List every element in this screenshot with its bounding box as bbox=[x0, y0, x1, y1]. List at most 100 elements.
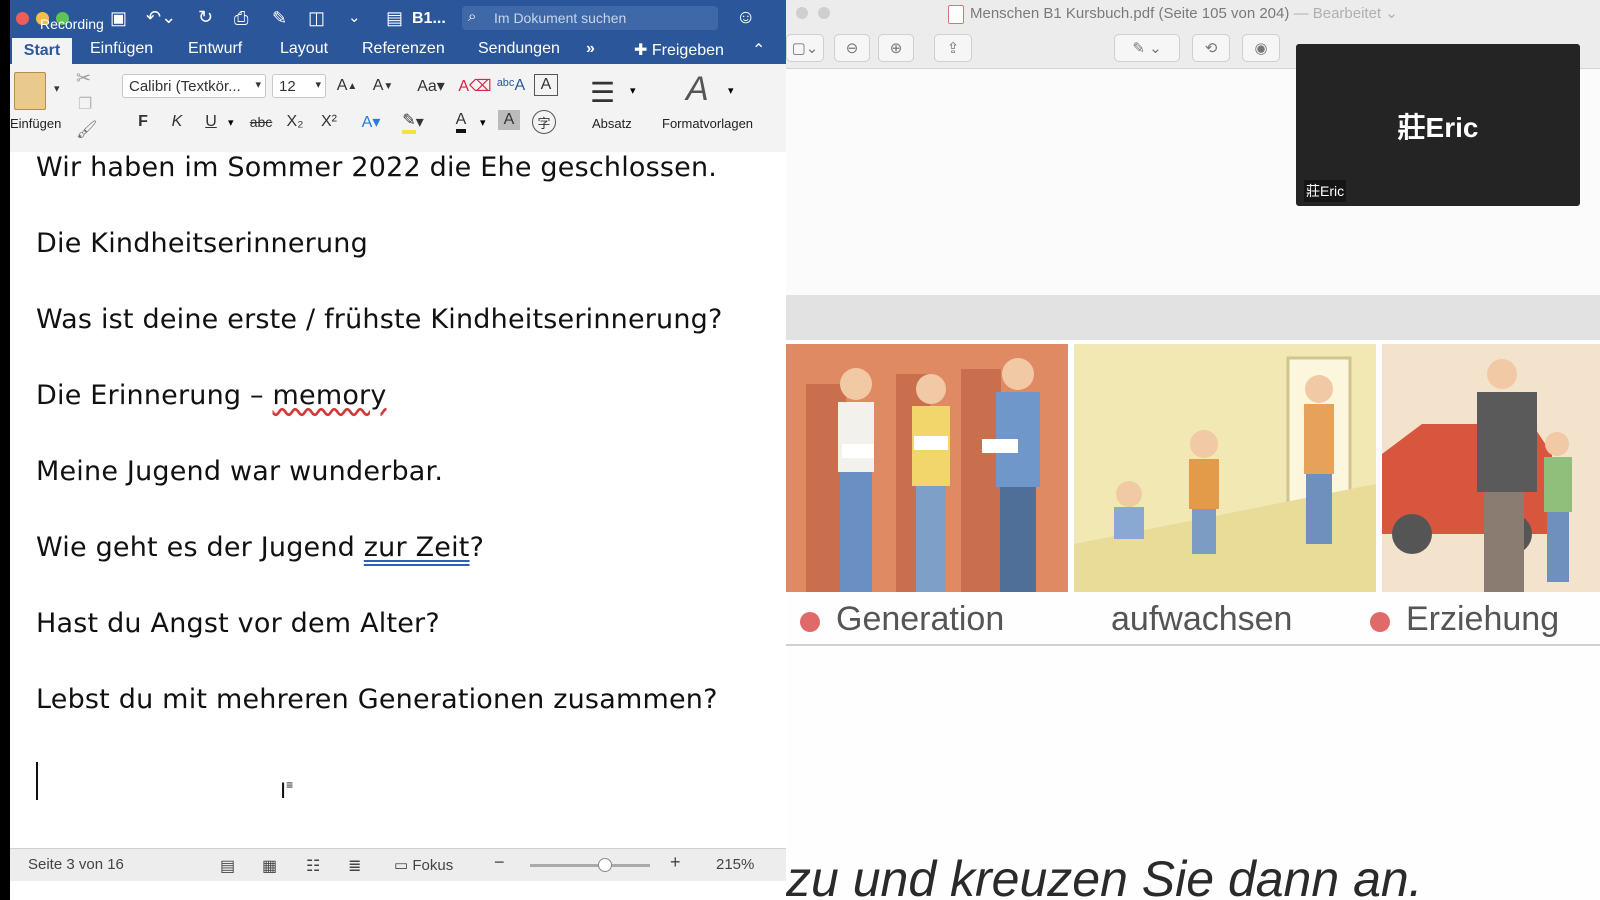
styles-icon[interactable]: A bbox=[686, 70, 709, 109]
undo-icon[interactable]: ↶⌄ bbox=[146, 7, 176, 28]
zoom-level[interactable]: 215% bbox=[716, 856, 754, 873]
tab-start[interactable]: Start bbox=[12, 38, 72, 64]
redo-icon[interactable]: ↻ bbox=[198, 7, 213, 28]
aufwachsen-illustration-svg bbox=[1074, 344, 1376, 592]
underline-button[interactable]: U bbox=[198, 110, 224, 134]
share-button[interactable]: ✚ Freigeben bbox=[634, 40, 724, 60]
web-layout-view-icon[interactable]: ▦ bbox=[262, 856, 277, 876]
tab-sendungen[interactable]: Sendungen bbox=[478, 40, 560, 58]
styles-dropdown-icon[interactable]: ▾ bbox=[728, 84, 734, 97]
rotate-button[interactable]: ⟲ bbox=[1192, 34, 1230, 62]
window-button[interactable] bbox=[796, 7, 808, 19]
tab-layout[interactable]: Layout bbox=[280, 40, 328, 58]
paste-clipboard-icon[interactable] bbox=[14, 72, 46, 110]
change-case-icon[interactable]: Aa▾ bbox=[414, 74, 448, 98]
zoom-out-button[interactable]: ⊖ bbox=[834, 34, 870, 62]
bold-button[interactable]: F bbox=[130, 110, 156, 134]
tab-referenzen[interactable]: Referenzen bbox=[362, 40, 445, 58]
divider bbox=[786, 644, 1600, 646]
format-painter-icon[interactable]: 🖌 bbox=[76, 120, 98, 140]
font-name-select[interactable]: Calibri (Textkör... ▾ bbox=[122, 74, 266, 98]
share-label: Freigeben bbox=[651, 42, 724, 59]
zoom-slider[interactable] bbox=[530, 864, 650, 867]
outline-view-icon[interactable]: ☷ bbox=[306, 856, 320, 876]
font-size-select[interactable]: 12 ▾ bbox=[272, 74, 326, 98]
paragraph[interactable]: Hast du Angst vor dem Alter? bbox=[36, 608, 440, 639]
paragraph[interactable]: Wir haben im Sommer 2022 die Ehe geschlo… bbox=[36, 152, 717, 183]
paragraph[interactable]: Meine Jugend war wunderbar. bbox=[36, 456, 443, 487]
paste-dropdown-icon[interactable]: ▾ bbox=[54, 82, 60, 95]
paragraph[interactable]: Die Erinnerung – memory bbox=[36, 380, 387, 411]
page-count[interactable]: Seite 3 von 16 bbox=[28, 856, 124, 873]
grow-font-icon[interactable]: A ▲ bbox=[334, 74, 360, 98]
text-effects-icon[interactable]: A▾ bbox=[358, 110, 384, 134]
character-border-icon[interactable]: A bbox=[534, 74, 558, 96]
tab-einfuegen[interactable]: Einfügen bbox=[90, 40, 153, 58]
zoom-slider-handle[interactable] bbox=[598, 858, 612, 872]
document-body[interactable] bbox=[10, 152, 786, 870]
phonetic-guide-icon[interactable]: ᵃᵇᶜA bbox=[497, 74, 525, 98]
share-button[interactable]: ⇪ bbox=[934, 34, 972, 62]
paste-label[interactable]: Einfügen bbox=[10, 116, 61, 131]
print-icon[interactable]: ⎙ bbox=[234, 8, 248, 29]
generation-illustration-svg bbox=[786, 344, 1068, 592]
grammar-flagged-phrase[interactable]: zur Zeit bbox=[364, 532, 470, 563]
paragraph-dropdown-icon[interactable]: ▾ bbox=[630, 84, 636, 97]
chevron-down-icon[interactable]: ⌄ bbox=[1385, 5, 1398, 22]
subscript-button[interactable]: X₂ bbox=[282, 110, 308, 134]
paragraph-icon[interactable]: ☰ bbox=[590, 76, 615, 109]
save-icon[interactable]: ▣ bbox=[110, 8, 127, 29]
paragraph[interactable]: Die Kindheitserinnerung bbox=[36, 228, 368, 259]
recording-indicator: Recording bbox=[40, 16, 104, 32]
word-window: Recording ▣ ↶⌄ ↻ ⎙ ✎ ◫ ⌄ ▤ B1... ⌕ Im Do… bbox=[10, 0, 786, 900]
highlight-icon[interactable]: ✎ ▾ bbox=[400, 110, 426, 134]
draft-view-icon[interactable]: ≣ bbox=[348, 856, 361, 876]
markup-toolbar-button[interactable]: ◉ bbox=[1242, 34, 1280, 62]
more-tabs-icon[interactable]: » bbox=[586, 40, 595, 58]
close-button[interactable] bbox=[16, 12, 29, 25]
italic-button[interactable]: K bbox=[164, 110, 190, 134]
search-box[interactable]: ⌕ Im Dokument suchen bbox=[462, 6, 718, 30]
cut-icon[interactable]: ✂ bbox=[76, 68, 91, 89]
font-color-dropdown-icon[interactable]: ▾ bbox=[480, 116, 486, 129]
enclose-characters-icon[interactable]: 字 bbox=[532, 110, 556, 134]
zoom-in-icon[interactable]: + bbox=[670, 852, 681, 873]
focus-icon: ▭ bbox=[394, 857, 409, 874]
ibeam-pointer-icon: I≡ bbox=[280, 778, 294, 803]
clear-formatting-icon[interactable]: A⌫ bbox=[458, 74, 491, 98]
paragraph-label[interactable]: Absatz bbox=[592, 116, 632, 131]
layout-icon[interactable]: ◫ bbox=[308, 8, 325, 29]
focus-mode-button[interactable]: ▭ Fokus bbox=[394, 856, 453, 874]
paragraph[interactable]: Wie geht es der Jugend zur Zeit? bbox=[36, 532, 484, 563]
zoom-in-button[interactable]: ⊕ bbox=[878, 34, 914, 62]
copy-icon[interactable]: ❐ bbox=[78, 94, 92, 114]
spelling-flagged-word[interactable]: memory bbox=[273, 380, 387, 411]
customize-toolbar-icon[interactable]: ⌄ bbox=[348, 8, 361, 26]
window-button[interactable] bbox=[818, 7, 830, 19]
pen-icon: ✎ ⌄ bbox=[1132, 40, 1162, 57]
shrink-font-icon[interactable]: A ▼ bbox=[370, 74, 396, 98]
zoom-out-icon[interactable]: − bbox=[494, 852, 505, 873]
tab-entwurf[interactable]: Entwurf bbox=[188, 40, 242, 58]
video-participant-tile[interactable]: 莊Eric 莊Eric bbox=[1296, 44, 1580, 206]
paragraph[interactable]: Lebst du mit mehreren Generationen zusam… bbox=[36, 684, 718, 715]
add-person-icon: ✚ bbox=[634, 42, 648, 59]
underline-dropdown-icon[interactable]: ▾ bbox=[228, 116, 234, 129]
smiley-feedback-icon[interactable]: ☺ bbox=[736, 7, 755, 29]
styles-label[interactable]: Formatvorlagen bbox=[662, 116, 753, 131]
font-color-icon[interactable]: A bbox=[448, 110, 474, 134]
illustration-erziehung bbox=[1382, 344, 1600, 592]
edited-status[interactable]: Bearbeitet bbox=[1313, 5, 1381, 22]
paragraph[interactable]: Was ist deine erste / frühste Kindheitse… bbox=[36, 304, 723, 335]
edit-icon[interactable]: ✎ bbox=[272, 8, 287, 29]
vocab-label-aufwachsen: aufwachsen bbox=[1111, 600, 1293, 638]
print-layout-view-icon[interactable]: ▤ bbox=[220, 856, 235, 876]
superscript-button[interactable]: X² bbox=[316, 110, 342, 134]
character-shading-icon[interactable]: A bbox=[498, 110, 520, 130]
markup-button[interactable]: ✎ ⌄ bbox=[1114, 34, 1180, 62]
erziehung-illustration-svg bbox=[1382, 344, 1600, 592]
collapse-ribbon-icon[interactable]: ⌃ bbox=[752, 40, 765, 60]
strikethrough-button[interactable]: abc bbox=[246, 110, 276, 134]
document-icon: ▤ bbox=[386, 8, 404, 28]
sidebar-toggle-button[interactable]: ▢⌄ bbox=[786, 34, 824, 62]
